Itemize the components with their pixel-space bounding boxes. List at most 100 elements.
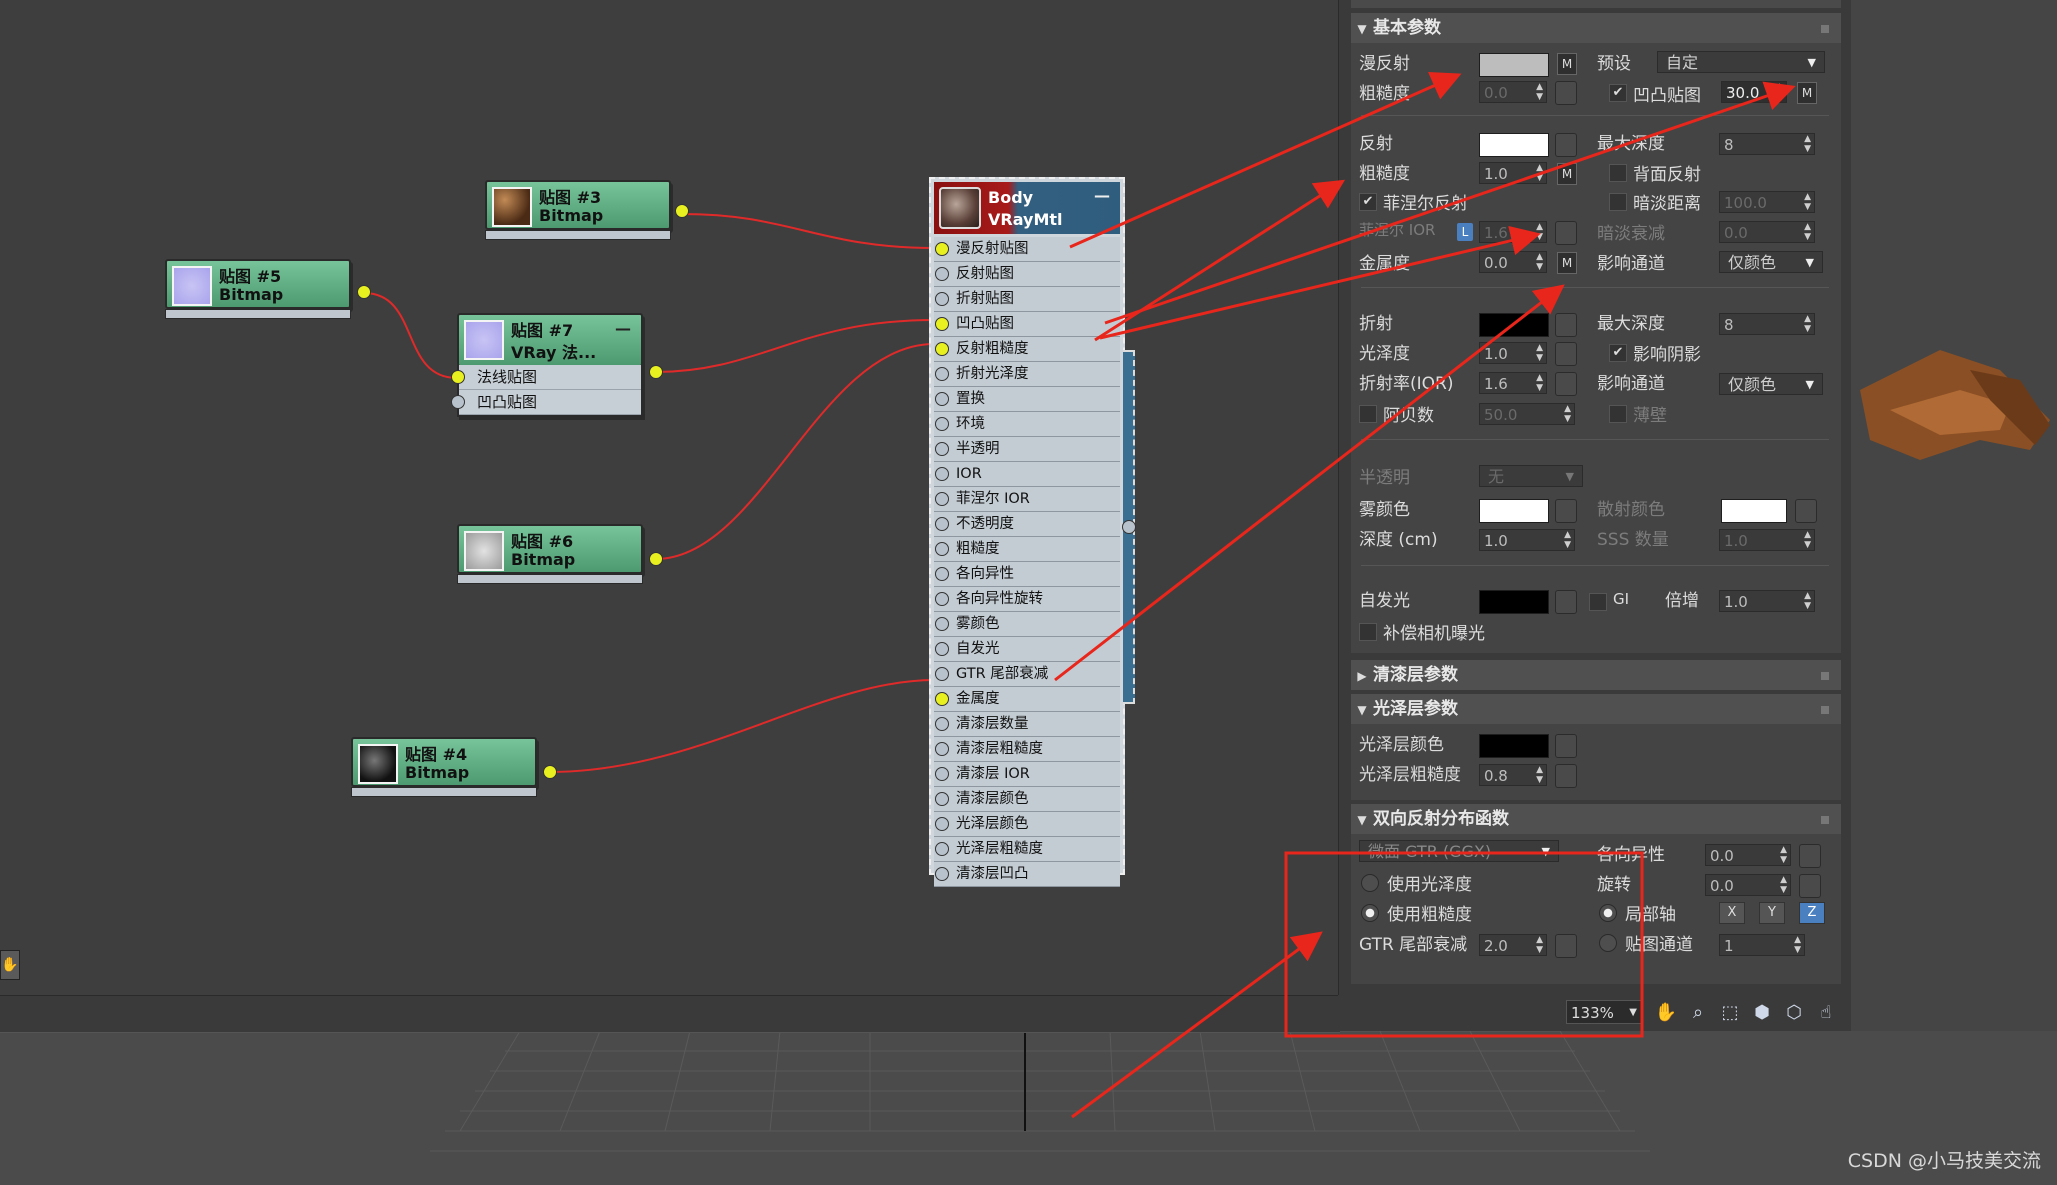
zoom-extents-selected-icon[interactable]: ⬡ bbox=[1782, 1001, 1806, 1025]
thin-wall-checkbox[interactable] bbox=[1609, 405, 1627, 423]
bump-amount-spinner[interactable]: 30.0 ▲ ▼ bbox=[1721, 81, 1787, 103]
material-slot[interactable]: GTR 尾部衰减 bbox=[934, 662, 1120, 687]
material-slot[interactable]: 清漆层数量 bbox=[934, 712, 1120, 737]
brdf-type-dropdown[interactable]: 微面 GTR (GGX) ▼ bbox=[1359, 840, 1559, 862]
zoom-magnifier-icon[interactable]: ⌕ bbox=[1686, 1001, 1710, 1025]
input-port[interactable] bbox=[935, 417, 949, 431]
axis-x-button[interactable]: X bbox=[1719, 902, 1745, 924]
glossiness-spinner[interactable]: 1.0 ▲ ▼ bbox=[1479, 342, 1547, 364]
map-channel-spinner[interactable]: 1 ▲ ▼ bbox=[1719, 934, 1805, 956]
self-illum-map-button[interactable] bbox=[1555, 590, 1577, 614]
input-port[interactable] bbox=[935, 342, 949, 356]
sheen-color-map-button[interactable] bbox=[1555, 734, 1577, 758]
input-port[interactable] bbox=[451, 370, 465, 384]
material-slot[interactable]: 清漆层颜色 bbox=[934, 787, 1120, 812]
fresnel-ior-spinner[interactable]: 1.6 ▲ ▼ bbox=[1479, 221, 1547, 243]
output-port[interactable] bbox=[675, 204, 689, 218]
dim-falloff-spinner[interactable]: 0.0 ▲ ▼ bbox=[1719, 221, 1815, 243]
material-slot[interactable]: 反射贴图 bbox=[934, 262, 1120, 287]
gtr-tail-map-button[interactable] bbox=[1555, 934, 1577, 958]
slot-bump-map[interactable]: 凹凸贴图 bbox=[451, 390, 641, 415]
slot-normal-map[interactable]: 法线贴图 bbox=[451, 365, 641, 390]
input-port[interactable] bbox=[935, 517, 949, 531]
material-header[interactable]: Body VRayMtl — bbox=[934, 182, 1120, 234]
vraymtl-body-node[interactable]: Body VRayMtl — 漫反射贴图 反射贴图 折射贴图 凹凸贴图 反射粗糙度 折射光… bbox=[929, 177, 1125, 887]
material-slot[interactable]: 环境 bbox=[934, 412, 1120, 437]
output-port[interactable] bbox=[649, 552, 663, 566]
output-port[interactable] bbox=[543, 765, 557, 779]
ior-spinner[interactable]: 1.6 ▲ ▼ bbox=[1479, 372, 1547, 394]
collapse-button[interactable]: — bbox=[1094, 186, 1110, 205]
metalness-map-button[interactable]: M bbox=[1557, 252, 1577, 274]
axis-z-button[interactable]: Z bbox=[1799, 902, 1825, 924]
sheen-roughness-map-button[interactable] bbox=[1555, 764, 1577, 788]
map-node-4[interactable]: 贴图 #4 Bitmap bbox=[351, 737, 557, 803]
ior-map-button[interactable] bbox=[1555, 372, 1577, 396]
material-slot[interactable]: 置换 bbox=[934, 387, 1120, 412]
translucency-dropdown[interactable]: 无 ▼ bbox=[1479, 465, 1583, 487]
map-node-5[interactable]: 贴图 #5 Bitmap bbox=[165, 259, 371, 325]
material-slot[interactable]: 漫反射贴图 bbox=[934, 237, 1120, 262]
sheen-roughness-spinner[interactable]: 0.8 ▲ ▼ bbox=[1479, 764, 1547, 786]
refract-color-swatch[interactable] bbox=[1479, 313, 1549, 337]
preset-dropdown[interactable]: 自定 ▼ bbox=[1657, 51, 1825, 73]
anisotropy-spinner[interactable]: 0.0 ▲ ▼ bbox=[1705, 844, 1791, 866]
multiplier-spinner[interactable]: 1.0 ▲ ▼ bbox=[1719, 590, 1815, 612]
input-port[interactable] bbox=[935, 492, 949, 506]
collapse-button[interactable]: — bbox=[615, 319, 631, 338]
scatter-color-map-button[interactable] bbox=[1795, 499, 1817, 523]
diffuse-map-button[interactable]: M bbox=[1557, 53, 1577, 75]
input-port[interactable] bbox=[935, 392, 949, 406]
refr-max-depth-spinner[interactable]: 8 ▲ ▼ bbox=[1719, 313, 1815, 335]
input-port[interactable] bbox=[935, 592, 949, 606]
input-port[interactable] bbox=[935, 667, 949, 681]
fresnel-ior-map-button[interactable] bbox=[1555, 221, 1577, 245]
material-slot[interactable]: 反射粗糙度 bbox=[934, 337, 1120, 362]
zoom-extents-icon[interactable]: ⬢ bbox=[1750, 1001, 1774, 1025]
reflect-map-button[interactable] bbox=[1555, 133, 1577, 157]
material-slot[interactable]: 菲涅尔 IOR bbox=[934, 487, 1120, 512]
material-slot[interactable]: 自发光 bbox=[934, 637, 1120, 662]
diffuse-color-swatch[interactable] bbox=[1479, 53, 1549, 77]
perspective-viewport[interactable] bbox=[0, 1031, 2057, 1185]
sheen-color-swatch[interactable] bbox=[1479, 734, 1549, 758]
input-port[interactable] bbox=[451, 395, 465, 409]
input-port[interactable] bbox=[935, 467, 949, 481]
refr-affect-channels-dropdown[interactable]: 仅颜色 ▼ bbox=[1719, 373, 1823, 395]
material-slot[interactable]: 折射贴图 bbox=[934, 287, 1120, 312]
input-port[interactable] bbox=[935, 817, 949, 831]
input-port[interactable] bbox=[935, 742, 949, 756]
material-slot[interactable]: 粗糙度 bbox=[934, 537, 1120, 562]
pan-hand-icon[interactable]: ✋ bbox=[1654, 1001, 1678, 1025]
max-depth-spinner[interactable]: 8 ▲ ▼ bbox=[1719, 133, 1815, 155]
affect-channels-dropdown[interactable]: 仅颜色 ▼ bbox=[1719, 251, 1823, 273]
map-node-7[interactable]: 贴图 #7 VRay 法... — 法线贴图 凹凸贴图 bbox=[451, 313, 663, 425]
comp-exposure-checkbox[interactable] bbox=[1359, 623, 1377, 641]
map-channel-radio[interactable] bbox=[1599, 934, 1617, 952]
self-illum-color-swatch[interactable] bbox=[1479, 590, 1549, 614]
anisotropy-map-button[interactable] bbox=[1799, 844, 1821, 868]
rotation-map-button[interactable] bbox=[1799, 874, 1821, 898]
input-port[interactable] bbox=[935, 767, 949, 781]
rollout-brdf[interactable]: ▼ 双向反射分布函数 bbox=[1351, 804, 1841, 834]
rollout-sheen-params[interactable]: ▼ 光泽层参数 bbox=[1351, 694, 1841, 724]
gtr-tail-falloff-spinner[interactable]: 2.0 ▲ ▼ bbox=[1479, 934, 1547, 956]
fog-color-swatch[interactable] bbox=[1479, 499, 1549, 523]
fresnel-checkbox[interactable]: ✔ bbox=[1359, 193, 1377, 211]
input-port[interactable] bbox=[935, 717, 949, 731]
bump-map-checkbox[interactable]: ✔ bbox=[1609, 84, 1627, 102]
output-port[interactable] bbox=[357, 285, 371, 299]
input-port[interactable] bbox=[935, 792, 949, 806]
input-port[interactable] bbox=[935, 367, 949, 381]
zoom-region-icon[interactable]: ⬚ bbox=[1718, 1001, 1742, 1025]
input-port[interactable] bbox=[935, 692, 949, 706]
map-node-6[interactable]: 贴图 #6 Bitmap bbox=[457, 524, 663, 590]
metalness-spinner[interactable]: 0.0 ▲ ▼ bbox=[1479, 251, 1547, 273]
dim-distance-checkbox[interactable] bbox=[1609, 193, 1627, 211]
roughness-map-button[interactable] bbox=[1555, 81, 1577, 105]
input-port[interactable] bbox=[935, 842, 949, 856]
bump-map-button[interactable]: M bbox=[1797, 82, 1817, 104]
material-slot[interactable]: 清漆层粗糙度 bbox=[934, 737, 1120, 762]
refl-roughness-spinner[interactable]: 1.0 ▲ ▼ bbox=[1479, 162, 1547, 184]
material-slot[interactable]: 凹凸贴图 bbox=[934, 312, 1120, 337]
